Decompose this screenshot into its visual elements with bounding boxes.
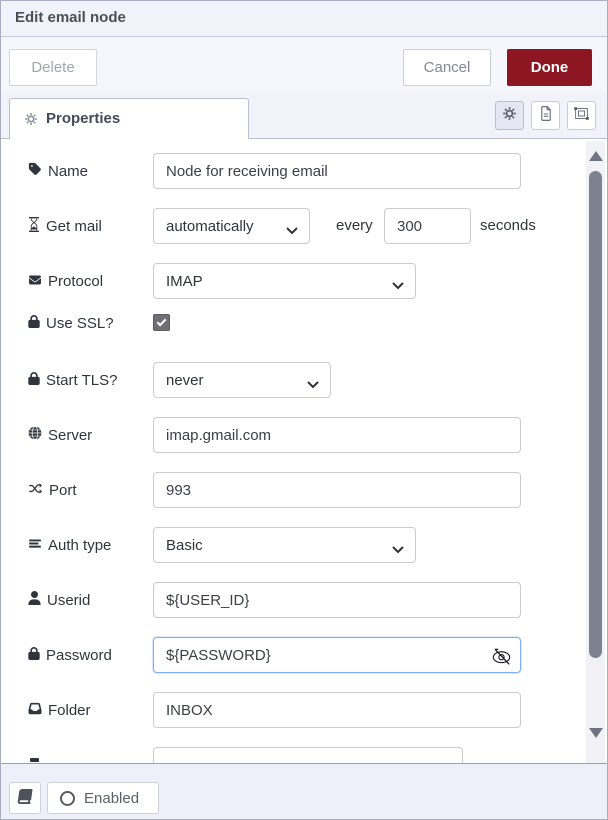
lock-icon: [28, 315, 40, 332]
cog-icon: [502, 106, 517, 126]
user-icon: [28, 591, 41, 609]
enabled-label: Enabled: [84, 790, 139, 807]
auth-type-select[interactable]: Basic: [153, 527, 416, 563]
tab-icon-buttons: [495, 101, 596, 130]
chevron-down-icon: [307, 376, 319, 393]
port-label: Port: [28, 472, 77, 508]
scrollbar-thumb[interactable]: [589, 171, 602, 658]
get-mail-select[interactable]: automatically: [153, 208, 310, 244]
scroll-up-button[interactable]: [586, 146, 605, 165]
eye-slash-icon[interactable]: [489, 644, 513, 668]
partial-icon-fragment: [30, 758, 39, 762]
server-label: Server: [28, 417, 92, 453]
folder-input[interactable]: [153, 692, 521, 728]
done-button[interactable]: Done: [507, 49, 592, 86]
hourglass-icon: [28, 217, 40, 236]
lock-icon: [28, 372, 40, 389]
start-tls-select[interactable]: never: [153, 362, 331, 398]
dialog-header: Edit email node: [1, 1, 607, 37]
node-info-button[interactable]: [9, 782, 41, 814]
triangle-down-icon: [589, 728, 603, 738]
object-group-icon: [574, 106, 589, 126]
use-ssl-label: Use SSL?: [28, 310, 114, 336]
dialog-button-bar: Delete Cancel Done: [1, 38, 607, 93]
chevron-down-icon: [392, 277, 404, 294]
cancel-button[interactable]: Cancel: [403, 49, 491, 86]
interval-input[interactable]: [384, 208, 471, 244]
cog-icon: [24, 112, 38, 131]
protocol-label: Protocol: [28, 263, 103, 299]
every-label: every: [336, 208, 373, 244]
enabled-toggle-button[interactable]: Enabled: [47, 782, 159, 814]
lock-icon: [28, 647, 40, 664]
folder-label: Folder: [28, 692, 91, 728]
auth-type-label: Auth type: [28, 527, 111, 563]
inbox-icon: [28, 702, 42, 719]
name-label: Name: [28, 153, 88, 189]
globe-icon: [28, 426, 42, 444]
shuffle-icon: [28, 482, 43, 499]
password-input[interactable]: [153, 637, 521, 673]
port-input[interactable]: [153, 472, 521, 508]
checkmark-icon: [157, 317, 167, 327]
triangle-up-icon: [589, 151, 603, 161]
name-input[interactable]: [153, 153, 521, 189]
description-button[interactable]: [531, 101, 560, 130]
tab-properties[interactable]: Properties: [9, 98, 249, 139]
protocol-select[interactable]: IMAP: [153, 263, 416, 299]
scroll-down-button[interactable]: [586, 723, 605, 742]
userid-input[interactable]: [153, 582, 521, 618]
chevron-down-icon: [392, 541, 404, 558]
properties-view-button[interactable]: [495, 101, 524, 130]
group-button[interactable]: [567, 101, 596, 130]
get-mail-label: Get mail: [28, 208, 102, 244]
edit-email-node-dialog: Edit email node Delete Cancel Done Prope…: [0, 0, 608, 820]
tag-icon: [28, 162, 42, 180]
dialog-footer: Enabled: [1, 763, 607, 819]
password-label: Password: [28, 637, 112, 673]
seconds-label: seconds: [480, 208, 536, 244]
book-icon: [18, 789, 32, 808]
delete-button[interactable]: Delete: [9, 49, 97, 86]
envelope-icon: [28, 273, 42, 290]
server-input[interactable]: [153, 417, 521, 453]
use-ssl-checkbox[interactable]: [153, 314, 170, 331]
properties-form: Name Get mail automatically: [1, 139, 607, 765]
form-scrollbar[interactable]: [586, 141, 605, 763]
userid-label: Userid: [28, 582, 90, 618]
tab-bar: Properties: [1, 93, 607, 139]
start-tls-label: Start TLS?: [28, 362, 117, 398]
tab-properties-label: Properties: [46, 110, 120, 127]
status-circle-icon: [60, 791, 75, 806]
chevron-down-icon: [286, 222, 298, 239]
file-icon: [539, 106, 553, 126]
server-bars-icon: [28, 537, 42, 554]
dialog-title: Edit email node: [15, 9, 126, 26]
